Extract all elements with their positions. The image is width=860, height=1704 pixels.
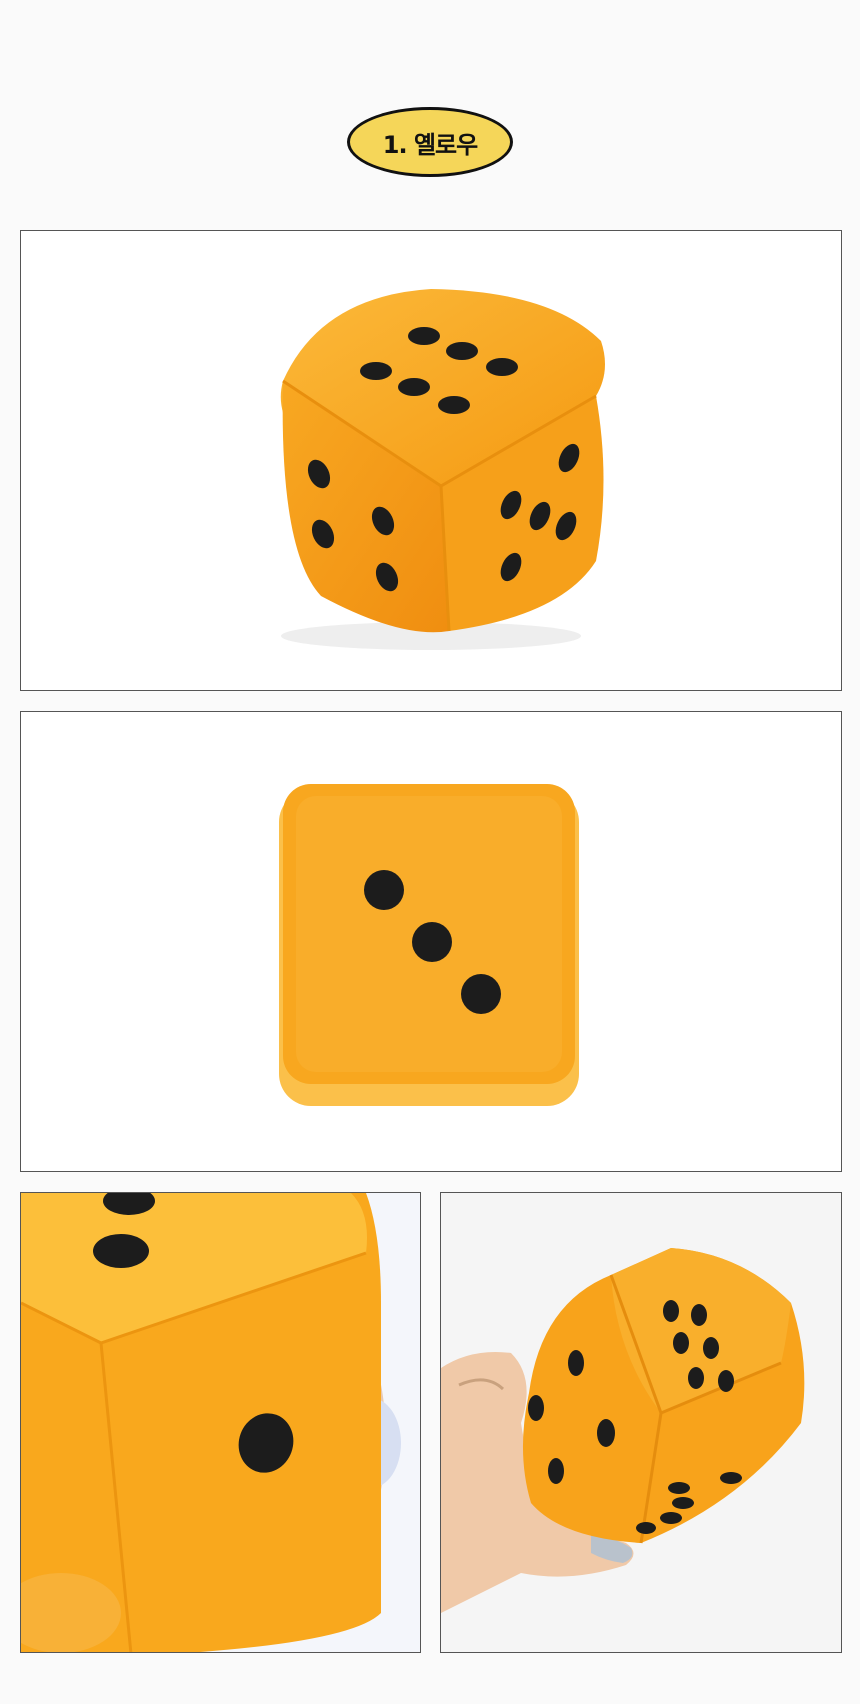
photo-dice-angle <box>20 230 842 691</box>
dice-front-illustration <box>279 784 579 1106</box>
photo-dice-closeup <box>20 1192 421 1653</box>
photo-dice-front <box>20 711 842 1172</box>
dice-closeup-illustration <box>21 1193 420 1652</box>
dice-angle-illustration <box>280 289 605 650</box>
photo-dice-in-hand <box>440 1192 842 1653</box>
color-option-label: 1. 옐로우 <box>382 130 478 159</box>
dice-in-hand-illustration <box>441 1193 841 1652</box>
color-option-badge: 1. 옐로우 <box>347 107 513 177</box>
